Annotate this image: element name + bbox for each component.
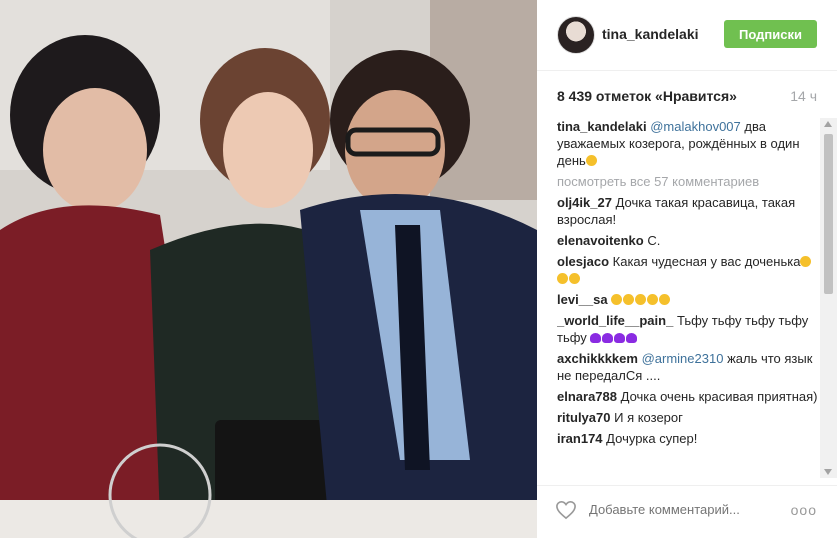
follow-button[interactable]: Подписки xyxy=(724,20,817,48)
purple-heart-icon xyxy=(590,333,602,343)
comment-text: Дочка очень красивая приятная) xyxy=(620,389,818,404)
post-header: tina_kandelaki Подписки xyxy=(537,0,837,71)
add-comment-input[interactable] xyxy=(587,501,771,518)
post-photo xyxy=(0,0,537,538)
avatar[interactable] xyxy=(557,16,595,54)
scroll-up-arrow-icon[interactable] xyxy=(824,121,832,127)
scroll-down-arrow-icon[interactable] xyxy=(824,469,832,475)
smile-emoji-icon xyxy=(635,294,647,305)
comment-user[interactable]: elnara788 xyxy=(557,389,617,404)
smile-emoji-icon xyxy=(623,294,635,305)
comment-text: Дочурка супер! xyxy=(606,431,698,446)
comment-item: elenavoitenko С. xyxy=(557,232,819,249)
comment-user[interactable]: elenavoitenko xyxy=(557,233,644,248)
caption-mention[interactable]: @malakhov007 xyxy=(650,119,741,134)
comment-user[interactable]: _world_life__pain_ xyxy=(557,313,673,328)
comment-user[interactable]: olj4ik_27 xyxy=(557,195,612,210)
comment-footer: ооо xyxy=(537,485,837,539)
view-all-comments-link[interactable]: посмотреть все 57 комментариев xyxy=(557,173,819,190)
comment-item: axchikkkkem @armine2310 жаль что язык не… xyxy=(557,350,819,384)
comment-user[interactable]: ritulya70 xyxy=(557,410,610,425)
smile-emoji-icon xyxy=(800,256,812,267)
comment-item: levi__sa xyxy=(557,291,819,308)
comment-text: И я козерог xyxy=(614,410,683,425)
purple-heart-icon xyxy=(626,333,638,343)
purple-heart-icon xyxy=(602,333,614,343)
comment-item: elnara788 Дочка очень красивая приятная) xyxy=(557,388,819,405)
purple-heart-icon xyxy=(614,333,626,343)
comment-user[interactable]: levi__sa xyxy=(557,292,608,307)
more-options-button[interactable]: ооо xyxy=(791,502,817,518)
likes-count[interactable]: 8 439 отметок «Нравится» xyxy=(557,88,737,104)
comment-user[interactable]: axchikkkkem xyxy=(557,351,638,366)
comment-user[interactable]: olesjaco xyxy=(557,254,609,269)
comment-user[interactable]: iran174 xyxy=(557,431,603,446)
smile-emoji-icon xyxy=(557,273,568,284)
post-photo-illustration xyxy=(0,0,537,538)
comment-item: iran174 Дочурка супер! xyxy=(557,430,819,447)
post-time[interactable]: 14 ч xyxy=(790,88,817,104)
comment-item: olesjaco Какая чудесная у вас доченька xyxy=(557,253,819,287)
smile-emoji-icon xyxy=(569,273,580,284)
comments-scrollbar[interactable] xyxy=(820,118,837,478)
comment-text: Какая чудесная у вас доченька xyxy=(612,254,801,269)
post-sidebar: tina_kandelaki Подписки 8 439 отметок «Н… xyxy=(537,0,837,538)
comments-list: tina_kandelaki @malakhov007 два уважаемы… xyxy=(557,118,819,478)
comment-item: ritulya70 И я козерог xyxy=(557,409,819,426)
caption: tina_kandelaki @malakhov007 два уважаемы… xyxy=(557,118,819,169)
caption-user[interactable]: tina_kandelaki xyxy=(557,119,647,134)
smile-emoji-icon xyxy=(611,294,623,305)
comment-text: С. xyxy=(647,233,661,248)
comment-item: _world_life__pain_ Тьфу тьфу тьфу тьфу т… xyxy=(557,312,819,346)
instagram-post: tina_kandelaki Подписки 8 439 отметок «Н… xyxy=(0,0,837,538)
grin-emoji-icon xyxy=(585,155,597,166)
comment-mention[interactable]: @armine2310 xyxy=(642,351,724,366)
smile-emoji-icon xyxy=(659,294,671,305)
comment-item: olj4ik_27 Дочка такая красавица, такая в… xyxy=(557,194,819,228)
smile-emoji-icon xyxy=(647,294,659,305)
post-username[interactable]: tina_kandelaki xyxy=(602,26,699,42)
scrollbar-thumb[interactable] xyxy=(824,134,833,294)
like-heart-icon[interactable] xyxy=(555,500,577,520)
